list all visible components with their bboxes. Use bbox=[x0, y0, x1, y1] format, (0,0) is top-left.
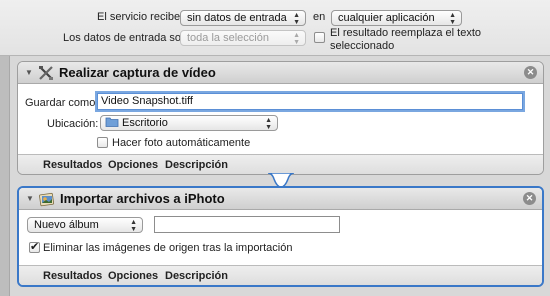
input-selection-popup[interactable]: toda la selección ▲ ▼ bbox=[180, 30, 306, 46]
delete-originals-label: Eliminar las imágenes de origen tras la … bbox=[43, 242, 293, 254]
auto-photo-checkbox[interactable] bbox=[97, 137, 108, 148]
receives-popup-value: sin datos de entrada bbox=[187, 12, 287, 24]
action-title: Realizar captura de vídeo bbox=[59, 65, 216, 80]
popup-arrows-icon: ▲ ▼ bbox=[293, 32, 300, 46]
action-header[interactable]: ▼ Realizar captura de vídeo ✕ bbox=[18, 62, 543, 84]
application-popup[interactable]: cualquier aplicación ▲ ▼ bbox=[331, 10, 462, 26]
action-title: Importar archivos a iPhoto bbox=[60, 191, 225, 206]
x-tools-icon bbox=[39, 66, 53, 80]
folder-icon bbox=[105, 117, 119, 127]
replace-text-label-line2: seleccionado bbox=[330, 40, 395, 52]
input-is-label: Los datos de entrada son bbox=[63, 32, 188, 44]
action-import-iphoto: ▼ Importar archivos a iPhoto ✕ Nuevo álb… bbox=[17, 186, 544, 287]
action-header[interactable]: ▼ Importar archivos a iPhoto ✕ bbox=[19, 188, 542, 210]
tab-results[interactable]: Resultados bbox=[43, 159, 102, 171]
tab-options[interactable]: Opciones bbox=[108, 270, 158, 282]
replace-text-checkbox[interactable] bbox=[314, 32, 325, 43]
close-icon[interactable]: ✕ bbox=[523, 192, 536, 205]
service-header: El servicio recibe sin datos de entrada … bbox=[0, 0, 550, 56]
tab-description[interactable]: Descripción bbox=[165, 270, 228, 282]
location-value: Escritorio bbox=[122, 117, 168, 129]
save-as-field[interactable]: Video Snapshot.tiff bbox=[97, 93, 523, 110]
album-popup[interactable]: Nuevo álbum ▲ ▼ bbox=[27, 217, 143, 233]
in-label: en bbox=[313, 11, 326, 23]
album-name-field[interactable] bbox=[154, 216, 340, 233]
receives-popup[interactable]: sin datos de entrada ▲ ▼ bbox=[180, 10, 306, 26]
popup-arrows-icon: ▲ ▼ bbox=[265, 117, 272, 131]
disclosure-triangle-icon[interactable]: ▼ bbox=[25, 68, 33, 77]
input-selection-value: toda la selección bbox=[187, 32, 269, 44]
auto-photo-label: Hacer foto automáticamente bbox=[112, 137, 251, 149]
iphoto-icon bbox=[39, 192, 55, 207]
album-popup-value: Nuevo álbum bbox=[34, 219, 99, 231]
disclosure-triangle-icon[interactable]: ▼ bbox=[26, 194, 34, 203]
location-label: Ubicación: bbox=[47, 118, 99, 130]
application-popup-value: cualquier aplicación bbox=[338, 12, 435, 24]
replace-text-label-line1: El resultado reemplaza el texto bbox=[330, 27, 482, 39]
action-footer: Resultados Opciones Descripción bbox=[19, 265, 542, 285]
save-as-label: Guardar como: bbox=[25, 97, 99, 109]
tab-results[interactable]: Resultados bbox=[43, 270, 102, 282]
popup-arrows-icon: ▲ ▼ bbox=[130, 219, 137, 233]
delete-originals-checkbox[interactable] bbox=[29, 240, 40, 253]
action-footer: Resultados Opciones Descripción bbox=[18, 154, 543, 174]
popup-arrows-icon: ▲ ▼ bbox=[449, 12, 456, 26]
location-popup[interactable]: Escritorio ▲ ▼ bbox=[100, 115, 278, 131]
service-receives-label: El servicio recibe bbox=[97, 11, 181, 23]
tab-description[interactable]: Descripción bbox=[165, 159, 228, 171]
popup-arrows-icon: ▲ ▼ bbox=[293, 12, 300, 26]
tab-options[interactable]: Opciones bbox=[108, 159, 158, 171]
close-icon[interactable]: ✕ bbox=[524, 66, 537, 79]
action-video-snapshot: ▼ Realizar captura de vídeo ✕ Guardar co… bbox=[17, 61, 544, 175]
